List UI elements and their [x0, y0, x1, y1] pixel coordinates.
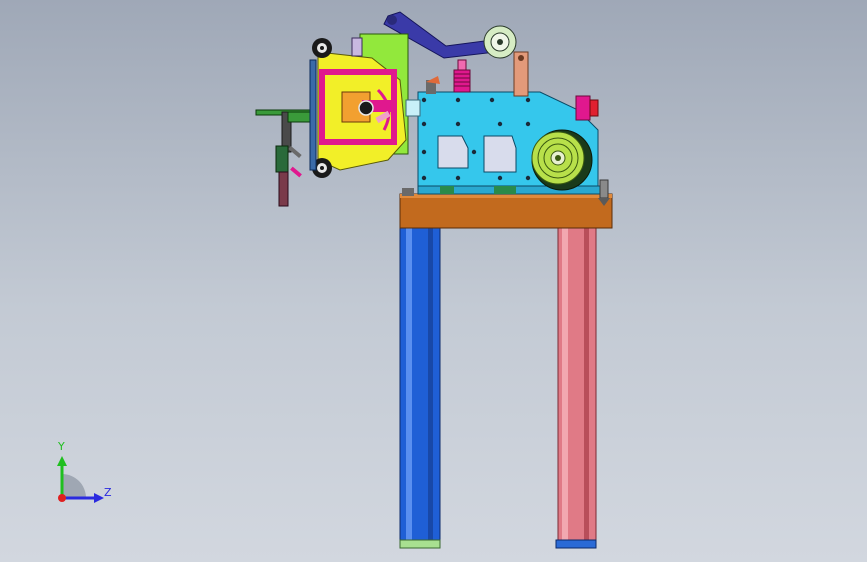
spring-assembly[interactable] — [426, 59, 471, 94]
axis-triad: Y Z — [48, 440, 118, 510]
adjustment-handle[interactable] — [255, 109, 315, 207]
guide-roller[interactable] — [483, 25, 517, 59]
z-arrow-head — [94, 493, 104, 503]
side-frame-bar — [309, 59, 317, 171]
upper-roller[interactable] — [312, 38, 332, 58]
x-axis-dot — [58, 494, 66, 502]
coupling[interactable] — [405, 99, 421, 117]
y-axis-label: Y — [58, 440, 65, 453]
y-arrow-head — [57, 456, 67, 466]
drive-wheel[interactable] — [531, 129, 593, 191]
z-axis-label: Z — [104, 486, 112, 499]
right-column[interactable] — [555, 224, 597, 549]
machine-assembly-model[interactable] — [0, 0, 867, 562]
left-column[interactable] — [399, 224, 441, 549]
triad-quadrant — [62, 474, 86, 498]
tension-link[interactable] — [513, 51, 529, 97]
cad-viewport[interactable]: Y Z — [0, 0, 867, 562]
